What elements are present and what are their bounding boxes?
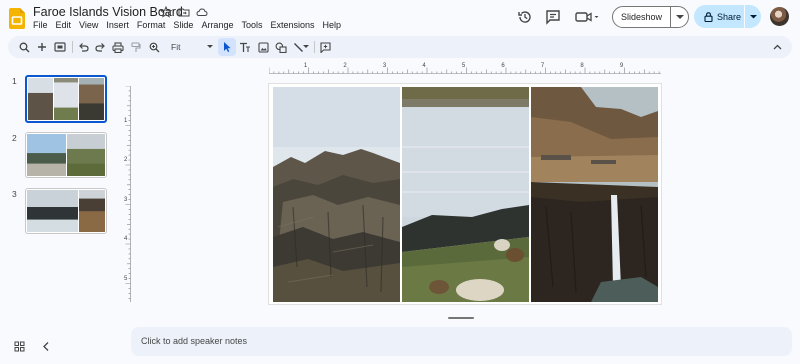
account-avatar[interactable] <box>770 7 789 26</box>
ruler-label: 1 <box>124 117 128 124</box>
search-menus-icon[interactable] <box>18 41 30 53</box>
ruler-label: 6 <box>501 63 505 69</box>
menu-file[interactable]: File <box>33 20 52 30</box>
slideshow-options-icon[interactable] <box>671 14 688 20</box>
comments-icon[interactable] <box>545 9 561 25</box>
slide-canvas[interactable] <box>269 84 661 304</box>
waterfall-photo[interactable] <box>531 87 658 302</box>
meet-call-icon[interactable] <box>575 9 601 25</box>
text-box-icon[interactable] <box>239 41 251 53</box>
menu-insert[interactable]: Insert <box>106 20 133 30</box>
hide-filmstrip-icon[interactable] <box>42 339 50 357</box>
line-options-icon[interactable] <box>303 41 309 53</box>
share-label: Share <box>717 11 742 22</box>
lock-icon <box>704 11 713 22</box>
slide-thumbnail-2[interactable] <box>25 132 107 178</box>
add-comment-icon[interactable] <box>319 41 331 53</box>
ruler-label: 8 <box>580 63 584 69</box>
ruler-label: 9 <box>619 63 624 69</box>
ruler-label: 4 <box>124 236 128 242</box>
slideshow-label: Slideshow <box>620 12 663 22</box>
notes-resize-handle[interactable] <box>448 317 474 319</box>
new-slide-icon[interactable] <box>36 41 48 53</box>
menu-extensions[interactable]: Extensions <box>270 20 318 30</box>
zoom-select[interactable]: Fit <box>171 40 213 54</box>
select-tool-icon[interactable] <box>221 41 233 53</box>
move-folder-icon[interactable] <box>178 6 190 18</box>
version-history-icon[interactable] <box>517 9 533 25</box>
slide-thumbnail-1[interactable] <box>25 75 107 123</box>
cliff-photo[interactable] <box>273 87 400 302</box>
star-icon[interactable] <box>160 6 172 18</box>
ruler-label: 5 <box>124 275 128 282</box>
slideshow-button[interactable]: Slideshow <box>612 6 689 28</box>
speaker-notes-placeholder: Click to add speaker notes <box>141 336 248 346</box>
slides-logo-icon[interactable] <box>9 8 25 29</box>
ruler-label: 4 <box>422 63 426 69</box>
slide-layout-icon[interactable] <box>54 41 66 53</box>
redo-icon[interactable] <box>94 41 106 53</box>
shape-icon[interactable] <box>275 41 287 53</box>
slide-number-1: 1 <box>12 76 17 86</box>
slide-number-2: 2 <box>12 133 17 143</box>
menu-format[interactable]: Format <box>137 20 170 30</box>
grid-view-icon[interactable] <box>14 339 25 357</box>
ruler-label: 5 <box>461 63 466 69</box>
ruler-label: 3 <box>124 196 128 203</box>
share-options-icon[interactable] <box>745 14 761 19</box>
ruler-label: 3 <box>382 63 387 69</box>
zoom-icon[interactable] <box>148 41 160 53</box>
ruler-label: 2 <box>343 63 347 69</box>
undo-icon[interactable] <box>77 41 89 53</box>
chevron-down-icon <box>207 45 213 48</box>
lake-sheep-photo[interactable] <box>402 87 529 302</box>
insert-image-icon[interactable] <box>257 41 269 53</box>
share-button[interactable]: Share <box>694 5 761 28</box>
menu-view[interactable]: View <box>79 20 102 30</box>
ruler-label: 7 <box>540 63 545 69</box>
collapse-toolbar-icon[interactable] <box>771 41 783 53</box>
menu-arrange[interactable]: Arrange <box>201 20 237 30</box>
cloud-saved-icon[interactable] <box>196 6 208 18</box>
menu-slide[interactable]: Slide <box>173 20 197 30</box>
print-icon[interactable] <box>112 41 124 53</box>
menu-tools[interactable]: Tools <box>241 20 266 30</box>
slide-thumbnail-3[interactable] <box>25 188 107 234</box>
toolbar: Fit <box>8 36 792 58</box>
menu-bar: File Edit View Insert Format Slide Arran… <box>33 20 349 30</box>
ruler-label: 1 <box>303 63 308 69</box>
slide-number-3: 3 <box>12 189 17 199</box>
paint-format-icon[interactable] <box>130 41 142 53</box>
speaker-notes[interactable]: Click to add speaker notes <box>131 327 792 356</box>
zoom-value: Fit <box>171 42 181 52</box>
menu-edit[interactable]: Edit <box>56 20 76 30</box>
ruler-label: 2 <box>124 157 128 163</box>
menu-help[interactable]: Help <box>323 20 346 30</box>
